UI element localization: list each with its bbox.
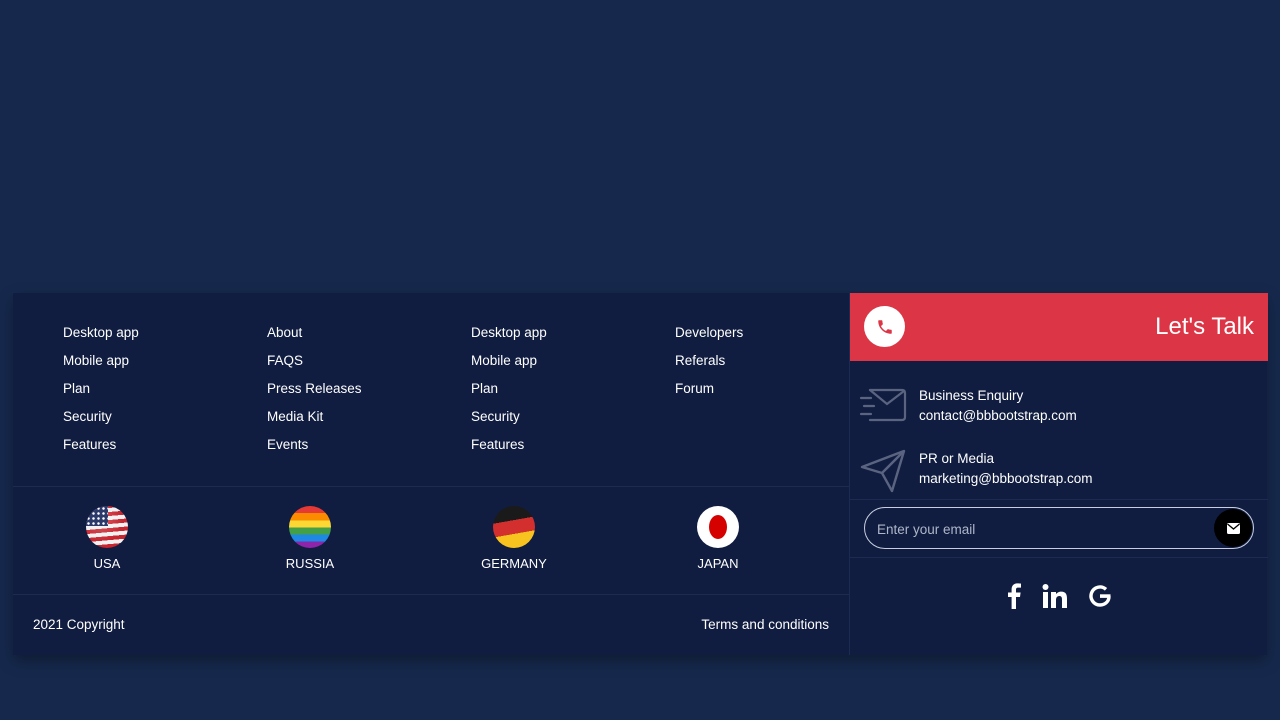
email-input[interactable]: [875, 508, 1199, 550]
contact-email[interactable]: contact@bbbootstrap.com: [919, 406, 1077, 426]
country-japan[interactable]: JAPAN: [658, 506, 778, 571]
footer-link[interactable]: Media Kit: [267, 403, 362, 431]
footer-link[interactable]: Mobile app: [63, 347, 139, 375]
envelope-outline-icon: [859, 388, 907, 422]
copyright-text: 2021 Copyright: [33, 617, 125, 632]
link-column-3: Desktop app Mobile app Plan Security Fea…: [471, 319, 547, 459]
envelope-icon: [1226, 522, 1240, 534]
google-icon[interactable]: [1088, 584, 1112, 613]
divider: [850, 499, 1268, 500]
lets-talk-header: Let's Talk: [850, 293, 1268, 361]
facebook-icon[interactable]: [1006, 583, 1022, 614]
footer-link[interactable]: Security: [471, 403, 547, 431]
newsletter-form: [864, 507, 1254, 550]
rainbow-flag-icon: [289, 506, 331, 548]
lets-talk-title: Let's Talk: [1155, 313, 1254, 340]
contact-label: PR or Media: [919, 451, 995, 466]
contact-panel: Let's Talk Business Enquiry contact@bbbo…: [849, 293, 1268, 655]
footer-link[interactable]: Events: [267, 431, 362, 459]
link-column-2: About FAQS Press Releases Media Kit Even…: [267, 319, 362, 459]
footer-link[interactable]: Referals: [675, 347, 743, 375]
link-column-1: Desktop app Mobile app Plan Security Fea…: [63, 319, 139, 459]
country-label: USA: [93, 556, 121, 571]
terms-link[interactable]: Terms and conditions: [701, 617, 829, 632]
footer-link[interactable]: Features: [63, 431, 139, 459]
footer-link[interactable]: Security: [63, 403, 139, 431]
footer-link[interactable]: About: [267, 319, 362, 347]
footer-link[interactable]: Features: [471, 431, 547, 459]
footer-link[interactable]: Desktop app: [63, 319, 139, 347]
country-usa[interactable]: USA: [47, 506, 167, 571]
japan-flag-icon: [697, 506, 739, 548]
submit-button[interactable]: [1214, 509, 1252, 547]
social-links: [850, 583, 1268, 614]
paper-plane-icon: [860, 449, 906, 493]
linkedin-icon[interactable]: [1042, 584, 1068, 613]
footer-link[interactable]: Plan: [471, 375, 547, 403]
link-column-4: Developers Referals Forum: [675, 319, 743, 403]
country-germany[interactable]: GERMANY: [454, 506, 574, 571]
country-label: RUSSIA: [285, 556, 335, 571]
germany-flag-icon: [493, 506, 535, 548]
phone-button[interactable]: [864, 306, 905, 347]
divider: [13, 486, 849, 487]
footer-link[interactable]: Mobile app: [471, 347, 547, 375]
phone-icon: [877, 319, 892, 334]
footer-link[interactable]: Forum: [675, 375, 743, 403]
country-label: JAPAN: [697, 556, 739, 571]
footer-link[interactable]: FAQS: [267, 347, 362, 375]
footer-link[interactable]: Press Releases: [267, 375, 362, 403]
footer-link[interactable]: Developers: [675, 319, 743, 347]
country-russia[interactable]: RUSSIA: [250, 506, 370, 571]
divider: [850, 557, 1268, 558]
usa-flag-icon: [86, 506, 128, 548]
contact-label: Business Enquiry: [919, 388, 1024, 403]
contact-business: Business Enquiry contact@bbbootstrap.com: [850, 384, 1268, 434]
divider: [13, 594, 849, 595]
footer-link[interactable]: Desktop app: [471, 319, 547, 347]
contact-email[interactable]: marketing@bbbootstrap.com: [919, 469, 1093, 489]
country-label: GERMANY: [481, 556, 547, 571]
footer-links-area: Desktop app Mobile app Plan Security Fea…: [13, 293, 849, 655]
footer-link[interactable]: Plan: [63, 375, 139, 403]
footer: Desktop app Mobile app Plan Security Fea…: [13, 293, 1268, 655]
contact-media: PR or Media marketing@bbbootstrap.com: [850, 447, 1268, 497]
